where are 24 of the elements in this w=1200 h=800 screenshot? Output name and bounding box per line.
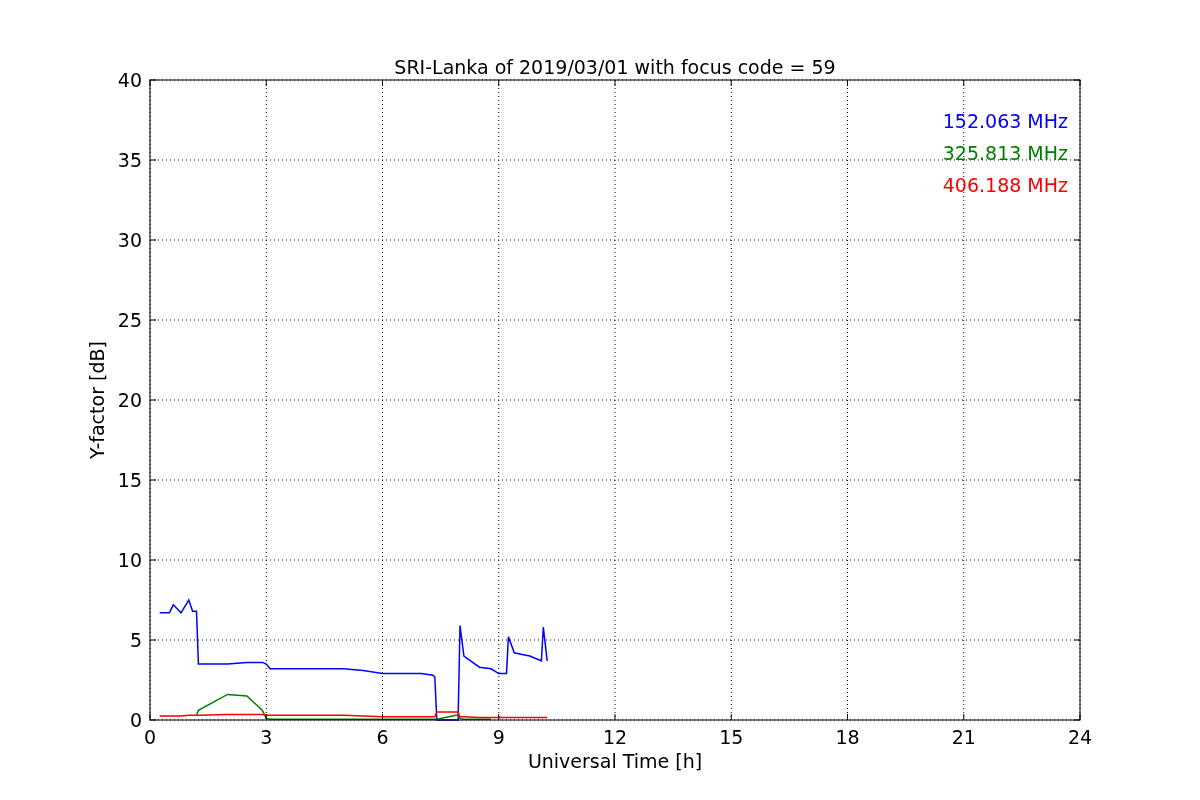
tick-label: 0 [129, 709, 142, 731]
tick-label: 15 [117, 469, 142, 491]
tick-label: 9 [492, 726, 505, 748]
tick-label: 15 [719, 726, 744, 748]
legend-label: 325.813 MHz [942, 142, 1068, 164]
tick-label: 5 [129, 629, 142, 651]
tick-label: 21 [951, 726, 976, 748]
tick-label: 35 [117, 149, 142, 171]
tick-label: 6 [376, 726, 389, 748]
axis-label: Y-factor [dB] [86, 341, 108, 459]
tick-label: 40 [117, 69, 142, 91]
axis-label: Universal Time [h] [527, 750, 703, 772]
tick-label: 30 [117, 229, 142, 251]
legend-label: 152.063 MHz [942, 110, 1068, 132]
tick-label: 3 [260, 726, 273, 748]
tick-label: 0 [143, 726, 157, 748]
tick-label: 24 [1067, 726, 1093, 748]
tick-label: 20 [117, 389, 142, 411]
tick-label: 10 [117, 549, 142, 571]
legend-label: 406.188 MHz [942, 174, 1068, 196]
tick-label: 18 [835, 726, 860, 748]
chart-title: SRI-Lanka of 2019/03/01 with focus code = 59 [394, 56, 836, 78]
tick-label: 12 [602, 726, 628, 748]
tick-label: 25 [117, 309, 142, 331]
